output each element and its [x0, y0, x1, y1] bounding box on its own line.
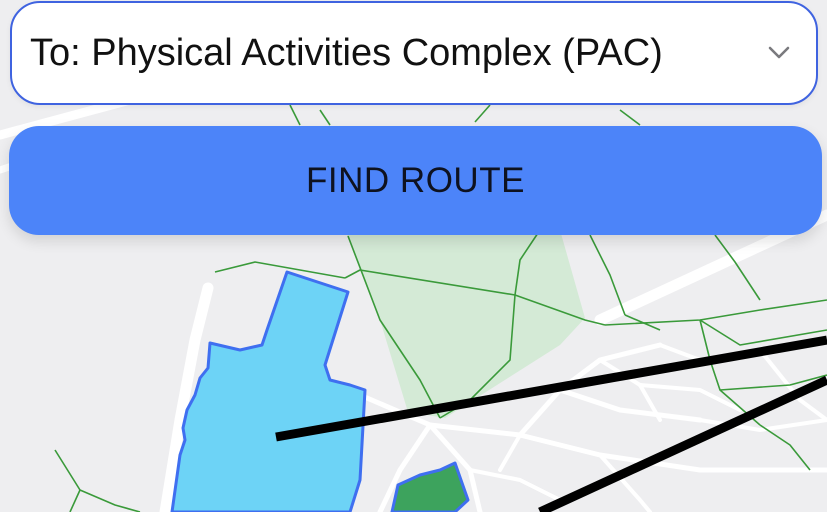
find-route-button[interactable]: FIND ROUTE — [9, 126, 822, 235]
chevron-down-icon — [764, 38, 794, 68]
destination-select-value: To: Physical Activities Complex (PAC) — [30, 31, 663, 74]
destination-select[interactable]: To: Physical Activities Complex (PAC) — [10, 1, 818, 105]
app-screen: To: Physical Activities Complex (PAC) FI… — [0, 0, 827, 512]
